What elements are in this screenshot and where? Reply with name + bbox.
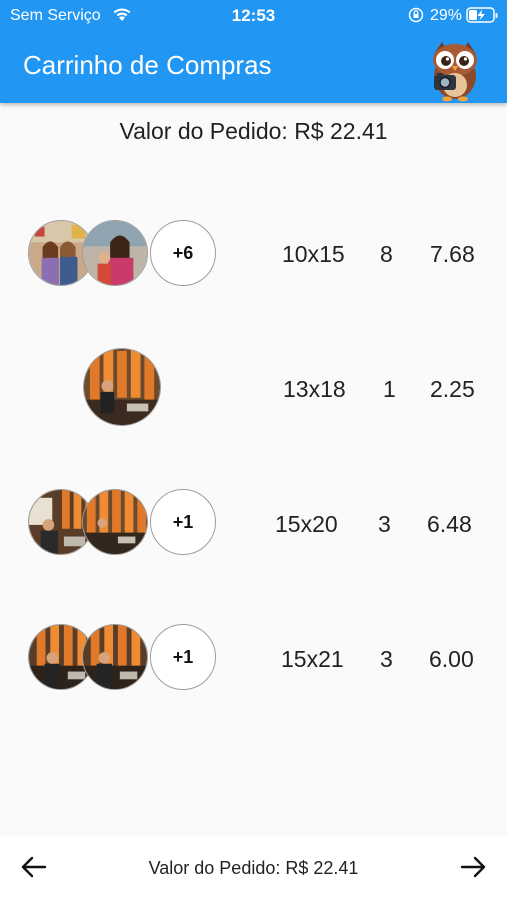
bottom-order-total: Valor do Pedido: R$ 22.41 <box>148 858 359 878</box>
battery-percentage: 29% <box>430 7 463 24</box>
photo-thumbnail[interactable] <box>82 624 148 690</box>
photo-thumbnail[interactable] <box>82 220 148 286</box>
item-quantity: 1 <box>383 376 396 402</box>
item-size: 13x18 <box>283 376 346 402</box>
order-total: Valor do Pedido: R$ 22.41 <box>119 118 388 144</box>
cart-item[interactable]: +1 15x20 3 6.48 <box>0 483 507 563</box>
status-bar: Sem Serviço 12:53 29% <box>0 0 507 30</box>
photo-thumbnail[interactable] <box>82 489 148 555</box>
item-quantity: 8 <box>380 241 393 267</box>
cart-item[interactable]: +1 15x21 3 6.00 <box>0 618 507 698</box>
photo-thumbnail[interactable] <box>83 348 161 426</box>
item-size: 15x21 <box>281 646 344 672</box>
cart-item[interactable]: +6 10x15 8 7.68 <box>0 213 507 293</box>
item-price: 6.48 <box>427 511 472 537</box>
item-price: 7.68 <box>430 241 475 267</box>
item-price: 6.00 <box>429 646 474 672</box>
page-title: Carrinho de Compras <box>23 50 272 80</box>
bottom-bar: Valor do Pedido: R$ 22.41 <box>0 836 507 900</box>
item-size: 10x15 <box>282 241 345 267</box>
more-photos-badge[interactable]: +1 <box>150 624 216 690</box>
battery-charging-icon <box>466 7 498 23</box>
item-quantity: 3 <box>378 511 391 537</box>
more-photos-badge[interactable]: +1 <box>150 489 216 555</box>
forward-button[interactable] <box>456 850 490 884</box>
item-price: 2.25 <box>430 376 475 402</box>
cart-item[interactable]: 13x18 1 2.25 <box>0 348 507 428</box>
item-quantity: 3 <box>380 646 393 672</box>
app-bar: Sem Serviço 12:53 29% Carrinho de Compra… <box>0 0 507 103</box>
item-size: 15x20 <box>275 511 338 537</box>
orientation-lock-icon <box>408 7 424 23</box>
arrow-right-icon <box>460 856 486 878</box>
owl-camera-icon <box>433 42 477 102</box>
more-photos-badge[interactable]: +6 <box>150 220 216 286</box>
